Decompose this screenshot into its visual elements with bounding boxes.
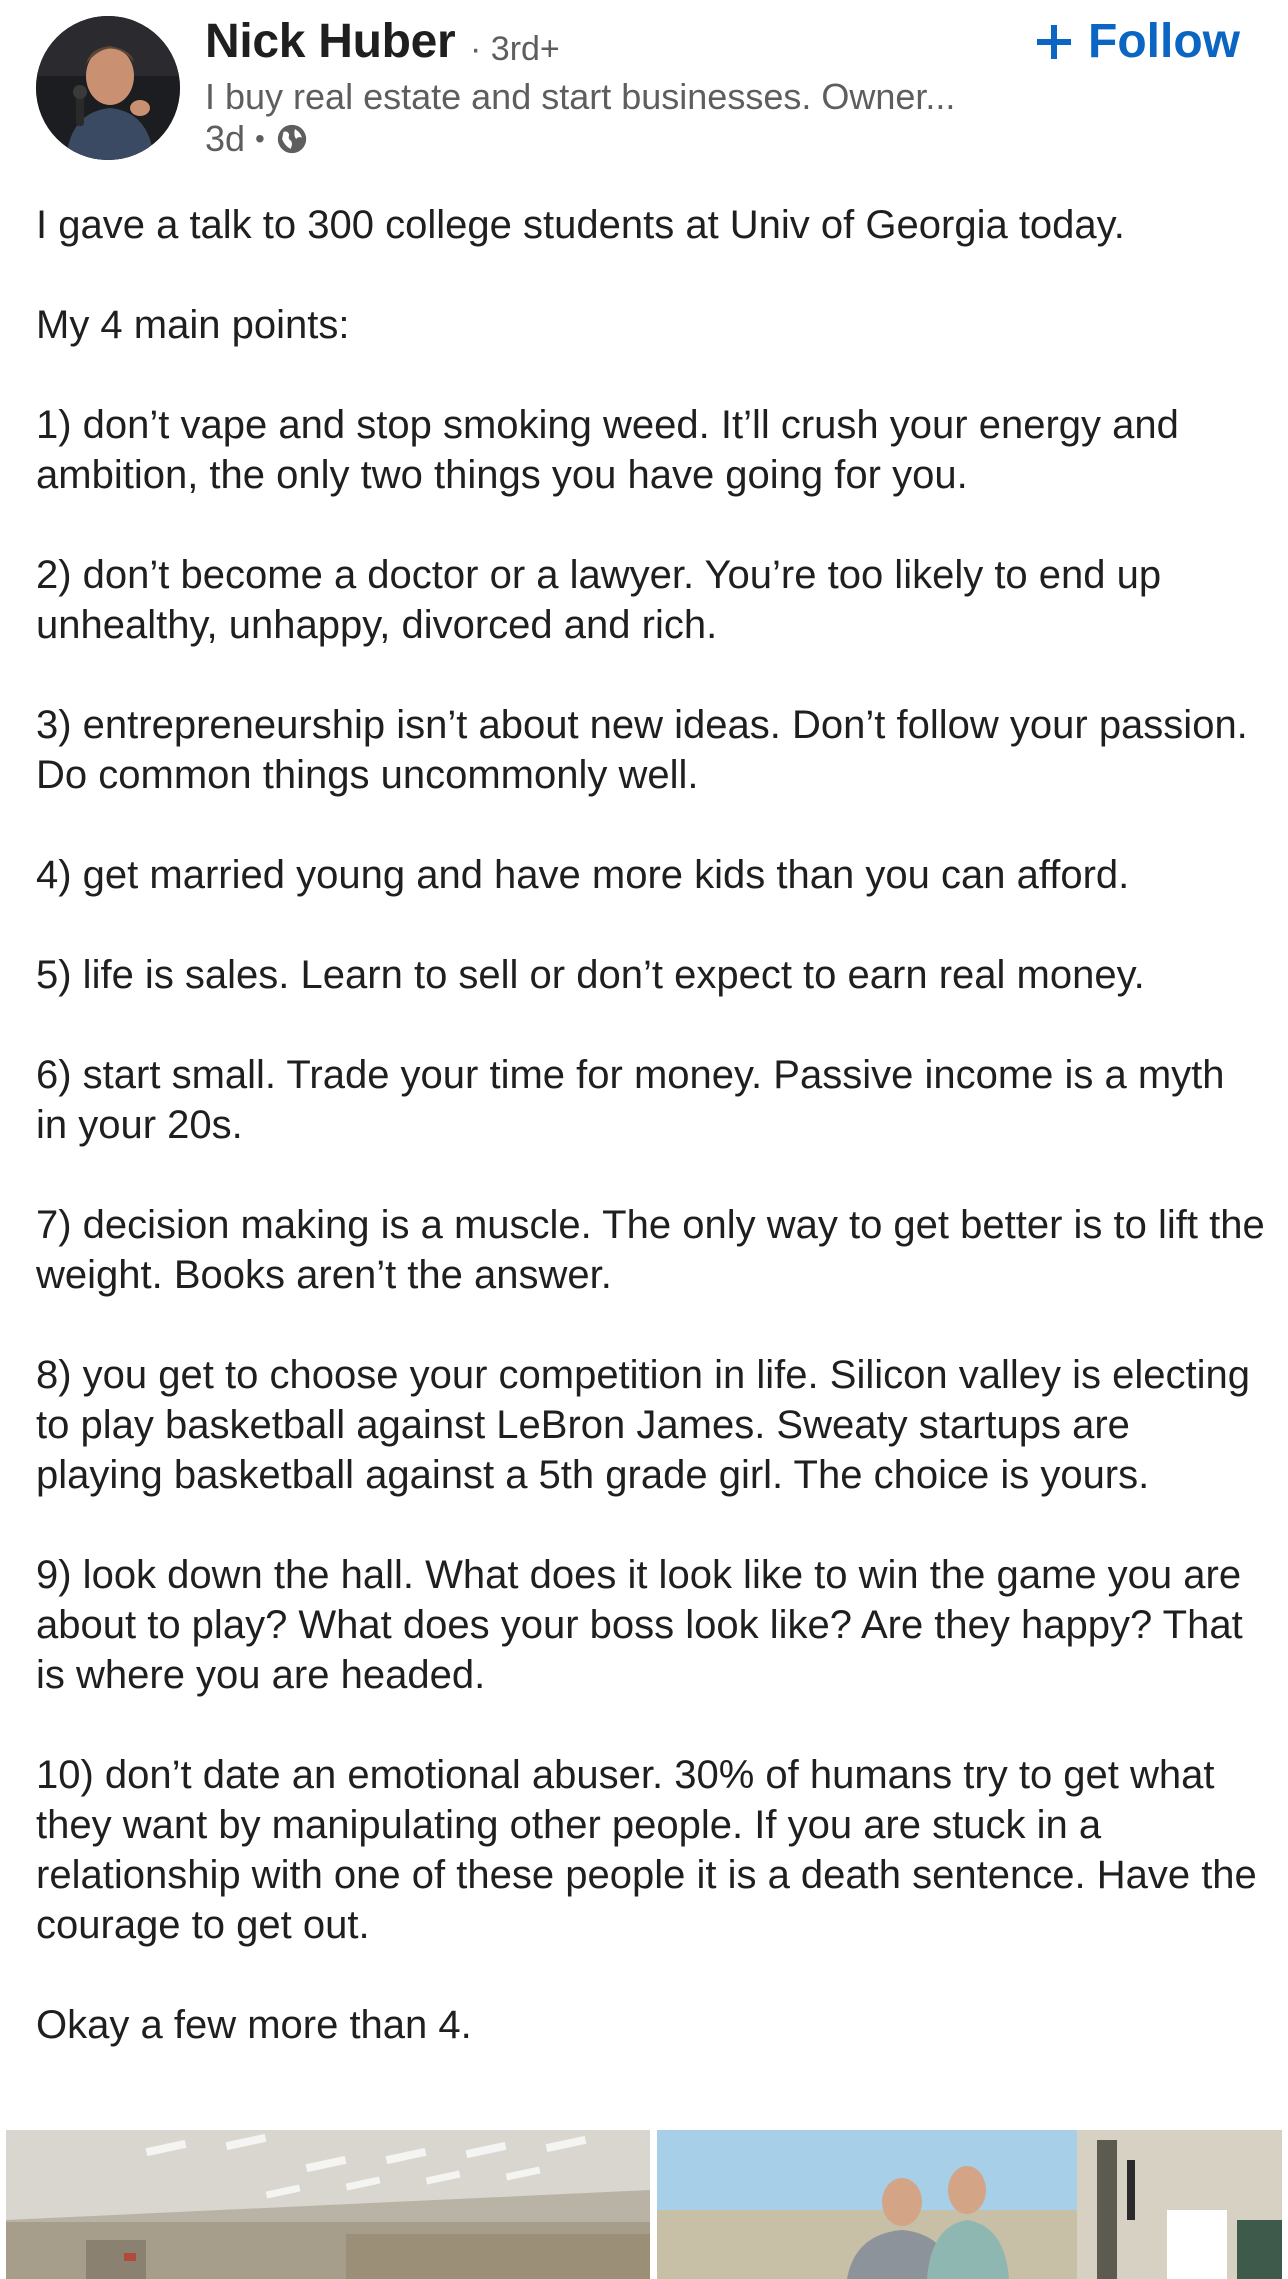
lecture-hall-photo-icon [6,2130,650,2279]
profile-photo-icon [36,16,180,160]
author-headline: I buy real estate and start businesses. … [205,76,956,117]
post-paragraph: 10) don’t date an emotional abuser. 30% … [36,1753,1257,1947]
post-paragraph: 7) decision making is a muscle. The only… [36,1203,1265,1297]
follow-button[interactable]: Follow [1034,14,1240,69]
post-paragraph: I gave a talk to 300 college students at… [36,203,1125,247]
two-men-portrait-photo-icon [657,2130,1282,2279]
post-paragraph: 8) you get to choose your competition in… [36,1353,1250,1497]
connection-degree: · 3rd+ [470,30,560,68]
post-paragraph: 2) don’t become a doctor or a lawyer. Yo… [36,553,1162,647]
post-image-portrait[interactable] [657,2130,1282,2279]
post-paragraph: 9) look down the hall. What does it look… [36,1553,1243,1697]
post-paragraph: 4) get married young and have more kids … [36,853,1130,897]
post-text: I gave a talk to 300 college students at… [36,200,1266,2050]
post-header: Nick Huber · 3rd+ I buy real estate and … [0,0,1288,180]
post-paragraph: Okay a few more than 4. [36,2003,472,2047]
post-meta: 3d • [205,118,309,160]
post-paragraph: 5) life is sales. Learn to sell or don’t… [36,953,1145,997]
author-name[interactable]: Nick Huber [205,14,456,69]
meta-separator: • [255,123,265,154]
connection-degree-label: 3rd+ [490,30,560,68]
follow-label: Follow [1088,15,1240,68]
post-paragraph: 1) don’t vape and stop smoking weed. It’… [36,403,1179,497]
post-paragraph: 6) start small. Trade your time for mone… [36,1053,1225,1147]
post-media [0,2130,1288,2279]
plus-icon [1037,24,1072,59]
post-image-lecture-hall[interactable] [6,2130,650,2279]
globe-icon [277,124,307,154]
post-paragraph: My 4 main points: [36,303,350,347]
author-avatar[interactable] [36,16,180,160]
post-time: 3d [205,118,246,159]
post-paragraph: 3) entrepreneurship isn’t about new idea… [36,703,1248,797]
